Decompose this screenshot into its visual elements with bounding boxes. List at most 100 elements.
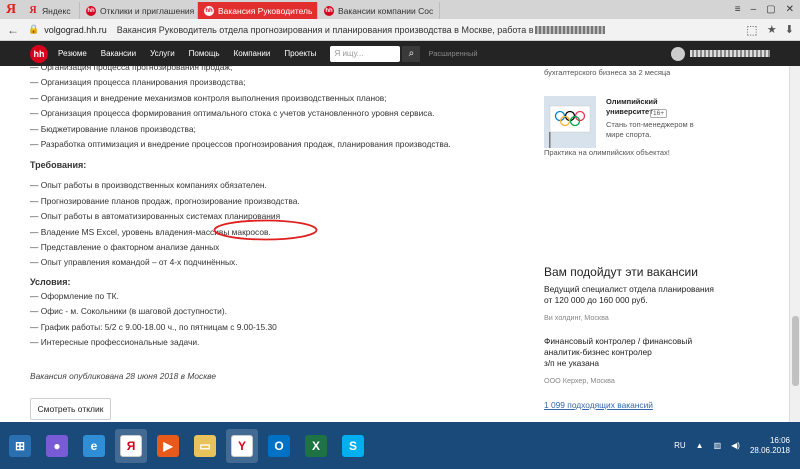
requirement-item: Опыт работы в автоматизированных система…	[30, 209, 490, 224]
tab-company-vacancies[interactable]: hh Вакансии компании Coc	[318, 2, 440, 19]
close-window-icon[interactable]: ✕	[786, 4, 794, 15]
requirement-item: Прогнозирование планов продаж, прогнозир…	[30, 194, 490, 209]
requirement-item: Опыт управления командой – от 4-х подчин…	[30, 255, 490, 270]
condition-item: Интересные профессиональные задачи.	[30, 335, 490, 350]
minimize-icon[interactable]: –	[751, 4, 757, 15]
advanced-search-link[interactable]: Расширенный	[428, 49, 477, 58]
taskbar-app[interactable]: e	[78, 429, 110, 463]
tray-arrow-icon[interactable]: ▲	[696, 441, 704, 450]
tab-label: Отклики и приглашения	[100, 5, 195, 16]
clock-date: 28.06.2018	[749, 445, 790, 455]
folder-icon: ▭	[194, 434, 216, 457]
taskbar-app[interactable]: ▶	[152, 429, 184, 463]
page-title: Вакансия Руководитель отдела прогнозиров…	[116, 24, 534, 35]
requirements-heading: Требования:	[30, 160, 87, 171]
conditions-heading: Условия:	[30, 276, 71, 287]
menu-icon[interactable]: ≡	[735, 4, 741, 15]
nav-services[interactable]: Услуги	[150, 49, 175, 58]
nav-vacancies[interactable]: Вакансии	[101, 49, 136, 58]
download-icon[interactable]: ⬇	[785, 23, 794, 36]
language-indicator[interactable]: RU	[674, 441, 686, 450]
taskbar-app[interactable]: Y	[226, 428, 258, 463]
tab-yandex[interactable]: Я Яндекс	[22, 2, 80, 19]
promo-text: Стань топ-менеджером в мире спорта.	[606, 120, 694, 139]
skype-icon: S	[342, 434, 364, 457]
condition-item: Оформление по ТК.	[30, 289, 490, 304]
outlook-icon: O	[268, 434, 290, 457]
vacancy-salary: от 120 000 до 160 000 руб.	[544, 295, 648, 305]
back-icon[interactable]: ←	[6, 23, 20, 37]
scrollbar-thumb[interactable]	[792, 316, 799, 386]
tab-label: Вакансии компании Coc	[338, 5, 434, 16]
vacancy-title[interactable]: Финансовый контролер / финансовый аналит…	[544, 336, 724, 358]
vacancy-salary: з/п не указана	[544, 358, 600, 368]
olympic-flag-image	[544, 96, 596, 148]
duty-item: Организация процесса прогнозирования про…	[30, 60, 490, 75]
bookmark-star-icon[interactable]: ★	[767, 23, 777, 36]
view-response-button[interactable]: Смотреть отклик	[30, 398, 111, 420]
taskbar-app[interactable]: ▭	[189, 429, 221, 463]
recommended-vacancy[interactable]: Ведущий специалист отдела планирования о…	[544, 284, 724, 322]
nav-resume[interactable]: Резюме	[58, 49, 87, 58]
clock-time: 16:06	[769, 435, 790, 445]
nav-help[interactable]: Помощь	[189, 49, 220, 58]
vacancy-description: Организация процесса прогнозирования про…	[30, 62, 490, 381]
excel-icon: X	[305, 434, 327, 457]
yandex-icon: Я	[29, 5, 37, 16]
redacted-text	[535, 25, 606, 34]
tab-label: Яндекс	[42, 5, 71, 16]
promo-footer: Практика на олимпийских объектах!	[544, 148, 670, 157]
microphone-icon: ●	[46, 434, 68, 457]
taskbar-app[interactable]: ●	[41, 429, 73, 463]
address-bar: ← 🔒 volgograd.hh.ru Вакансия Руководител…	[0, 19, 800, 41]
more-vacancies-link[interactable]: 1 099 подходящих вакансий	[544, 400, 653, 410]
requirement-item: Владение MS Excel, уровень владения-масс…	[30, 225, 490, 240]
yandex-browser-logo[interactable]: Я	[0, 0, 22, 19]
nav-projects[interactable]: Проекты	[284, 49, 316, 58]
lock-icon: 🔒	[28, 24, 40, 34]
tab-label: Вакансия Руководитель	[218, 5, 313, 16]
vacancy-company: Ви холдинг, Москва	[544, 313, 609, 322]
search-placeholder: Я ищу...	[334, 49, 364, 58]
condition-item: График работы: 5/2 с 9.00-18.00 ч., по п…	[30, 320, 490, 335]
hh-icon: hh	[204, 5, 214, 16]
published-date: Вакансия опубликована 28 июня 2018 в Мос…	[30, 370, 216, 381]
windows-taskbar: ⊞ ● e Я ▶ ▭ Y O X S RU ▲ ▥ ◀) 16:06 28.06.2018	[0, 422, 800, 469]
maximize-icon[interactable]: ▢	[766, 4, 775, 15]
avatar	[671, 46, 685, 61]
yandex-browser-icon: Я	[120, 434, 142, 457]
redacted-username	[690, 50, 770, 57]
nav-companies[interactable]: Компании	[234, 49, 271, 58]
requirement-item: Опыт работы в производственных компаниях…	[30, 178, 490, 193]
promo-banner[interactable]: Олимпийский университет 16+ Стань топ-ме…	[544, 96, 724, 148]
taskbar-app[interactable]: ⊞	[4, 429, 36, 463]
window-controls: ≡ – ▢ ✕	[735, 0, 800, 19]
taskbar-app[interactable]: X	[300, 429, 332, 463]
vacancy-company: ООО Керхер, Москва	[544, 376, 615, 385]
system-tray: RU ▲ ▥ ◀) 16:06 28.06.2018	[674, 436, 800, 456]
browser-tab-bar: Я Я Яндекс hh Отклики и приглашения hh В…	[0, 0, 800, 19]
user-menu[interactable]	[671, 46, 770, 61]
tab-vacancy-active[interactable]: hh Вакансия Руководитель ✕	[198, 2, 318, 19]
taskbar-apps: ⊞ ● e Я ▶ ▭ Y O X S	[4, 428, 374, 463]
taskbar-app[interactable]: S	[337, 429, 369, 463]
network-icon[interactable]: ▥	[714, 441, 722, 450]
taskbar-app[interactable]: O	[263, 429, 295, 463]
vacancy-title[interactable]: Ведущий специалист отдела планирования	[544, 284, 724, 295]
sidebar-text-fragment: бухгалтерского бизнеса за 2 месяца	[544, 68, 671, 77]
volume-icon[interactable]: ◀)	[731, 441, 740, 450]
recommended-vacancy[interactable]: Финансовый контролер / финансовый аналит…	[544, 336, 724, 385]
url-host: volgograd.hh.ru	[44, 24, 107, 35]
condition-item: Офис - м. Сокольники (в шаговой доступно…	[30, 304, 490, 319]
search-icon: ⌕	[408, 48, 415, 59]
extension-icon[interactable]: ⬚	[745, 23, 759, 37]
url-field[interactable]: 🔒 volgograd.hh.ru Вакансия Руководитель …	[28, 24, 737, 35]
age-badge: 16+	[650, 109, 668, 118]
taskbar-app[interactable]: Я	[115, 428, 147, 463]
clock[interactable]: 16:06 28.06.2018	[750, 436, 790, 456]
yandex-icon: Y	[231, 434, 253, 457]
hh-icon: hh	[324, 5, 334, 16]
page-scrollbar[interactable]	[789, 66, 800, 422]
sidebar: бухгалтерского бизнеса за 2 месяца	[544, 66, 724, 77]
tab-responses[interactable]: hh Отклики и приглашения	[80, 2, 198, 19]
